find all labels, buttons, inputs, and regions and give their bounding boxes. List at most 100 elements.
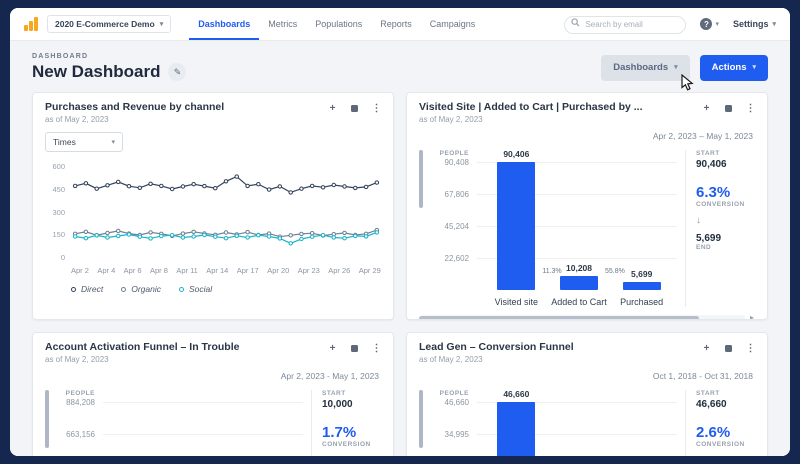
- card-lead-gen-funnel: Lead Gen – Conversion Funnel as of May 2…: [406, 332, 768, 456]
- more-options-icon[interactable]: ⋮: [370, 342, 383, 355]
- times-dropdown[interactable]: Times ▾: [45, 132, 123, 152]
- scrollbar-handle[interactable]: [419, 390, 423, 448]
- conversion-label: CONVERSION: [322, 441, 371, 448]
- funnel-chart[interactable]: 46,66034,99523,33011,665 46,660: [425, 389, 677, 456]
- step-conversion: 11.3%: [516, 268, 579, 275]
- funnel-step-label[interactable]: Visited site: [485, 297, 548, 307]
- actions-button-label: Actions: [711, 62, 747, 73]
- scrollbar-handle[interactable]: [45, 390, 49, 448]
- legend-item[interactable]: Organic: [121, 284, 161, 294]
- more-options-icon[interactable]: ⋮: [744, 102, 757, 115]
- legend-item[interactable]: Social: [178, 284, 213, 294]
- horizontal-scrollbar[interactable]: ▸: [419, 313, 754, 319]
- date-range[interactable]: Apr 2, 2023 - May 1, 2023: [45, 364, 381, 390]
- add-icon[interactable]: +: [700, 342, 713, 355]
- square-glyph: [725, 105, 732, 112]
- actions-button[interactable]: Actions ▾: [699, 54, 768, 81]
- funnel-summary: START 46,660 2.6% CONVERSION: [685, 390, 755, 456]
- add-icon[interactable]: +: [326, 342, 339, 355]
- y-axis-tick: 150: [52, 230, 65, 240]
- y-axis-tick: 34,995: [425, 429, 477, 439]
- legend-item[interactable]: Direct: [71, 284, 103, 294]
- x-axis-tick: Apr 26: [328, 266, 351, 275]
- legend-label: Social: [188, 284, 213, 294]
- save-icon[interactable]: [348, 102, 361, 115]
- more-options-icon[interactable]: ⋮: [744, 342, 757, 355]
- save-icon[interactable]: [348, 342, 361, 355]
- y-axis-tick: 663,156: [51, 429, 103, 439]
- x-axis-tick: Apr 4: [97, 266, 116, 275]
- dashboards-button[interactable]: Dashboards ▾: [601, 54, 690, 81]
- help-icon: ?: [700, 18, 713, 30]
- funnel-step-label[interactable]: Added to Cart: [548, 297, 611, 307]
- line-chart-svg[interactable]: [71, 162, 381, 262]
- funnel-bar[interactable]: [560, 275, 598, 290]
- nav-item-reports[interactable]: Reports: [371, 8, 421, 40]
- start-label: START: [322, 390, 346, 397]
- people-axis-label: PEOPLE: [65, 390, 95, 397]
- y-axis-tick: 300: [52, 207, 65, 217]
- x-axis-tick: Apr 23: [297, 266, 320, 275]
- org-selector[interactable]: 2020 E-Commerce Demo ▾: [47, 15, 172, 33]
- y-axis-tick: 600: [52, 162, 65, 171]
- x-axis-tick: Apr 8: [149, 266, 168, 275]
- chevron-down-icon: ▾: [772, 20, 776, 28]
- nav-item-campaigns[interactable]: Campaigns: [421, 8, 485, 40]
- square-glyph: [725, 345, 732, 352]
- legend-marker: [71, 286, 76, 292]
- conversion-percent: 55.8%: [605, 268, 625, 275]
- more-options-icon[interactable]: ⋮: [370, 102, 383, 115]
- start-value: 46,660: [696, 399, 727, 410]
- settings-menu[interactable]: Settings ▾: [733, 19, 776, 29]
- funnel-summary: START 10,000 1.7% CONVERSION: [311, 390, 381, 456]
- legend-marker: [178, 286, 184, 292]
- scroll-right-icon[interactable]: ▸: [750, 313, 754, 319]
- chevron-down-icon: ▾: [715, 20, 719, 28]
- dashboard-content: DASHBOARD New Dashboard ✎ Dashboards ▾ A…: [10, 41, 790, 456]
- date-range[interactable]: Apr 2, 2023 – May 1, 2023: [419, 124, 755, 150]
- conversion-label: CONVERSION: [696, 201, 745, 208]
- add-icon[interactable]: +: [326, 102, 339, 115]
- help-menu[interactable]: ? ▾: [700, 18, 719, 30]
- down-arrow-icon: ↓: [696, 215, 701, 226]
- vertical-scrollbar[interactable]: [419, 150, 424, 307]
- add-icon[interactable]: +: [700, 102, 713, 115]
- vertical-scrollbar[interactable]: [419, 390, 424, 456]
- y-axis-tick: 45,204: [425, 221, 477, 231]
- card-asof: as of May 2, 2023: [419, 115, 483, 124]
- nav-item-populations[interactable]: Populations: [306, 8, 371, 40]
- page-header: DASHBOARD New Dashboard ✎ Dashboards ▾ A…: [32, 53, 768, 91]
- bar-value-label: 90,406: [503, 149, 530, 159]
- x-axis-tick: Apr 29: [358, 266, 381, 275]
- nav-item-metrics[interactable]: Metrics: [259, 8, 306, 40]
- vertical-scrollbar[interactable]: [45, 390, 50, 456]
- funnel-chart[interactable]: 884,208663,156442,104221,052: [51, 397, 303, 456]
- y-axis-tick: 90,408: [425, 157, 477, 167]
- card-title: Account Activation Funnel – In Trouble: [45, 341, 240, 353]
- app-logo-icon[interactable]: [24, 17, 39, 31]
- funnel-bar[interactable]: [497, 402, 536, 456]
- funnel-step-label[interactable]: Purchased: [610, 297, 673, 307]
- funnel-bar[interactable]: [622, 281, 661, 290]
- card-title: Visited Site | Added to Cart | Purchased…: [419, 101, 643, 113]
- bar-value-label: 46,660: [503, 389, 530, 399]
- line-x-axis: Apr 2 Apr 4 Apr 6 Apr 8 Apr 11 Apr 14 Apr 17 Ap…: [71, 266, 381, 275]
- funnel-chart[interactable]: 90,408 67,806 45,204 22,602 90,406 10,208 5,6…: [425, 149, 677, 290]
- nav-item-dashboards[interactable]: Dashboards: [189, 8, 260, 40]
- end-label: END: [696, 244, 712, 251]
- scrollbar-handle[interactable]: [419, 150, 423, 208]
- x-axis-tick: Apr 2: [71, 266, 89, 275]
- conversion-value: 6.3%: [696, 184, 731, 201]
- save-icon[interactable]: [722, 342, 735, 355]
- square-glyph: [351, 105, 358, 112]
- dropdown-value: Times: [53, 137, 76, 147]
- scrollbar-handle[interactable]: [419, 316, 700, 319]
- x-axis-tick: Apr 17: [236, 266, 259, 275]
- browser-frame: 2020 E-Commerce Demo ▾ Dashboards Metric…: [0, 0, 800, 464]
- org-selector-label: 2020 E-Commerce Demo: [55, 19, 155, 29]
- y-axis-tick: 884,208: [51, 397, 103, 407]
- funnel-summary: START 90,406 6.3% CONVERSION ↓ 5,699 END: [685, 150, 755, 307]
- date-range[interactable]: Oct 1, 2018 - Oct 31, 2018: [419, 364, 755, 390]
- search-input[interactable]: [564, 15, 687, 34]
- save-icon[interactable]: [722, 102, 735, 115]
